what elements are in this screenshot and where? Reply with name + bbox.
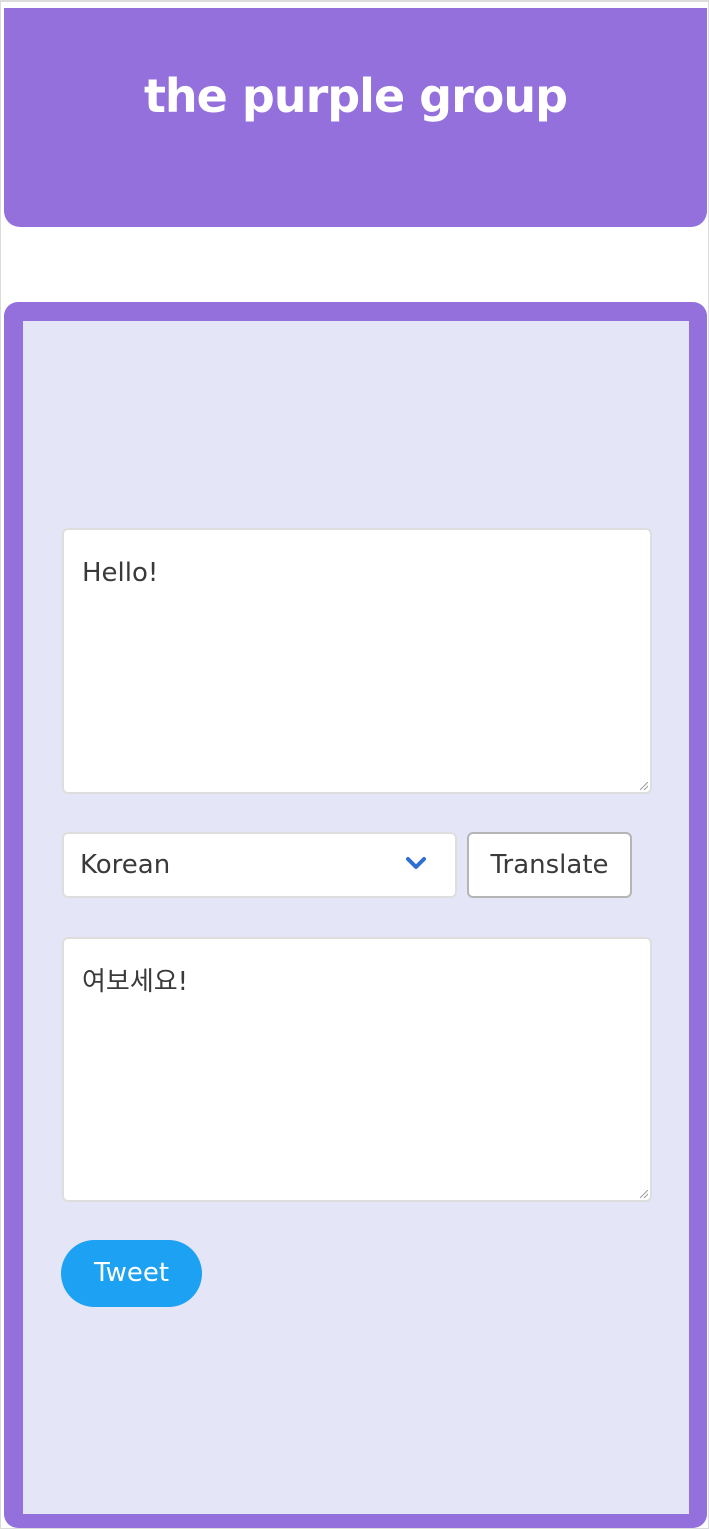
translator-panel-body: Hello! Korean Translate 여보세요! Tweet: [23, 321, 689, 1514]
chevron-down-icon: [406, 857, 426, 869]
translated-text-value: 여보세요!: [82, 967, 189, 997]
site-title: the purple group: [143, 69, 568, 123]
page-frame: the purple group Hello! Korean Translate…: [0, 0, 709, 1529]
language-select-value: Korean: [80, 850, 171, 880]
translator-panel: Hello! Korean Translate 여보세요! Tweet: [4, 302, 707, 1528]
tweet-button[interactable]: Tweet: [61, 1240, 202, 1307]
language-select[interactable]: Korean: [62, 832, 457, 898]
translate-button[interactable]: Translate: [467, 832, 632, 898]
resize-grip-icon[interactable]: [640, 1190, 648, 1198]
source-text-input[interactable]: Hello!: [62, 528, 652, 794]
resize-grip-icon[interactable]: [640, 782, 648, 790]
site-header: the purple group: [4, 8, 707, 227]
source-text-value: Hello!: [82, 558, 159, 588]
translated-text-output[interactable]: 여보세요!: [62, 937, 652, 1202]
